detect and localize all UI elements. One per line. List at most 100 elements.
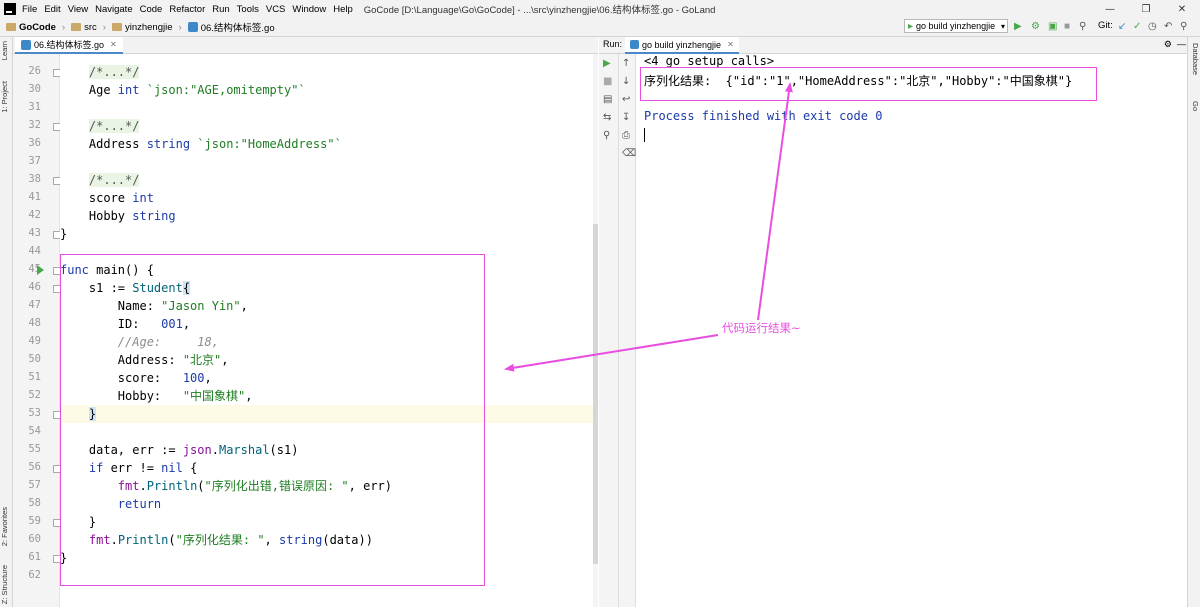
minimize-icon[interactable]: — — [1092, 0, 1128, 18]
menu-navigate[interactable]: Navigate — [95, 4, 133, 15]
code-editor[interactable]: /*...*/ Age int `json:"AGE,omitempty"` /… — [60, 54, 593, 607]
pin-icon[interactable]: ⚲ — [603, 130, 610, 141]
git-update-icon[interactable]: ↙ — [1118, 21, 1126, 32]
code-line[interactable]: Hobby string — [60, 207, 176, 225]
rollback-icon[interactable]: ↶ — [1164, 21, 1172, 32]
print-icon[interactable]: ⎙ — [622, 130, 630, 141]
gear-icon[interactable]: ⚙ — [1164, 39, 1172, 50]
tool-tab-structure[interactable]: Z: Structure — [0, 565, 12, 604]
menu-tools[interactable]: Tools — [237, 4, 259, 15]
breadcrumb-project[interactable]: GoCode — [6, 22, 56, 33]
code-token: string — [132, 209, 176, 223]
git-label: Git: — [1098, 20, 1113, 31]
go-build-icon: ▸ — [908, 20, 914, 32]
editor-scrollbar[interactable] — [593, 54, 598, 607]
code-token: `json:"AGE,omitempty"` — [146, 83, 306, 97]
close-tab-icon[interactable]: ✕ — [110, 40, 117, 49]
line-number: 53 — [28, 407, 41, 419]
line-number: 62 — [28, 569, 41, 581]
down-icon[interactable]: ↓ — [622, 76, 630, 87]
line-number: 48 — [28, 317, 41, 329]
scroll-to-end-icon[interactable]: ↧ — [622, 112, 630, 123]
restore-layout-icon[interactable]: ▤ — [603, 94, 612, 105]
code-line[interactable]: Address string `json:"HomeAddress"` — [60, 135, 342, 153]
run-gutter-icon[interactable] — [37, 265, 44, 275]
menu-window[interactable]: Window — [292, 4, 326, 15]
run-configuration-select[interactable]: ▸ go build yinzhengjie ▾ — [904, 19, 1008, 33]
console-setup-calls[interactable]: <4 go setup calls> — [644, 54, 774, 68]
code-token: int — [132, 191, 154, 205]
code-line[interactable]: /*...*/ — [60, 171, 140, 189]
menu-bar: File Edit View Navigate Code Refactor Ru… — [0, 0, 1200, 18]
code-token: Address — [60, 137, 147, 151]
editor-scroll-thumb[interactable] — [593, 224, 598, 564]
rerun-icon[interactable]: ▶ — [603, 58, 611, 69]
close-icon[interactable]: ✕ — [1164, 0, 1200, 18]
code-line[interactable]: Age int `json:"AGE,omitempty"` — [60, 81, 306, 99]
menu-view[interactable]: View — [68, 4, 88, 15]
folder-icon — [71, 23, 82, 31]
menu-refactor[interactable]: Refactor — [169, 4, 205, 15]
line-number: 55 — [28, 443, 41, 455]
code-token: Age — [60, 83, 118, 97]
trash-icon[interactable]: ⌫ — [622, 148, 636, 159]
run-toolbar: ▶ ■ ▤ ⇆ ⚲ — [599, 54, 619, 607]
hide-panel-icon[interactable]: — — [1177, 39, 1186, 49]
line-number: 44 — [28, 245, 41, 257]
menu-vcs[interactable]: VCS — [266, 4, 286, 15]
console-output[interactable]: <4 go setup calls> 序列化结果: {"id":"1","Hom… — [636, 54, 1186, 607]
tool-tab-learn[interactable]: Learn — [0, 41, 12, 60]
menu-edit[interactable]: Edit — [44, 4, 60, 15]
editor-file-tab[interactable]: 06.结构体标签.go ✕ — [15, 37, 123, 54]
coverage-icon[interactable]: ▣ — [1048, 21, 1057, 32]
git-history-icon[interactable]: ◷ — [1148, 21, 1157, 32]
exit-icon[interactable]: ⇆ — [603, 112, 611, 123]
settings-search-icon[interactable]: ⚲ — [1180, 21, 1187, 32]
up-icon[interactable]: ↑ — [622, 58, 630, 69]
line-number-gutter[interactable]: 26 30 31 32 36 37 38 41 42 43 44 45 46 47 48 49 50 51 52 53… — [13, 54, 61, 607]
close-run-tab-icon[interactable]: ✕ — [727, 40, 734, 49]
menu-help[interactable]: Help — [333, 4, 353, 15]
code-line[interactable]: /*...*/ — [60, 63, 140, 81]
search-icon[interactable]: ⚲ — [1079, 21, 1086, 32]
line-number: 51 — [28, 371, 41, 383]
stop-icon[interactable]: ■ — [603, 76, 612, 87]
line-number: 61 — [28, 551, 41, 563]
folder-icon — [6, 23, 16, 31]
tool-tab-favorites[interactable]: 2: Favorites — [0, 507, 12, 546]
tool-tab-go[interactable]: Go — [1188, 101, 1200, 111]
line-number: 43 — [28, 227, 41, 239]
window-controls: — ❐ ✕ — [1092, 0, 1200, 18]
stop-icon[interactable]: ■ — [1064, 21, 1070, 32]
git-commit-icon[interactable]: ✓ — [1133, 21, 1141, 32]
breadcrumb-src[interactable]: src — [71, 22, 97, 33]
output-annotation-box — [640, 67, 1097, 101]
code-line[interactable]: /*...*/ — [60, 117, 140, 135]
breadcrumb-package[interactable]: yinzhengjie — [111, 22, 173, 33]
line-number: 30 — [28, 83, 41, 95]
console-caret — [644, 128, 645, 142]
breadcrumb-separator: › — [178, 21, 182, 33]
code-line[interactable]: } — [60, 225, 67, 243]
line-number: 47 — [28, 299, 41, 311]
menu-run[interactable]: Run — [212, 4, 229, 15]
menu-file[interactable]: File — [22, 4, 37, 15]
debug-icon[interactable]: ⚙ — [1031, 21, 1040, 32]
soft-wrap-icon[interactable]: ↩ — [622, 94, 630, 105]
code-token: `json:"HomeAddress"` — [197, 137, 342, 151]
menu-code[interactable]: Code — [140, 4, 163, 15]
run-tab[interactable]: go build yinzhengjie ✕ — [625, 37, 739, 54]
restore-icon[interactable]: ❐ — [1128, 0, 1164, 18]
breadcrumb-file[interactable]: 06.结构体标签.go — [187, 20, 275, 34]
code-token: } — [60, 227, 68, 241]
line-number: 31 — [28, 101, 41, 113]
tool-tab-database[interactable]: Database — [1188, 43, 1200, 75]
code-line[interactable]: score int — [60, 189, 154, 207]
tool-tab-project[interactable]: 1: Project — [0, 81, 12, 113]
run-icon[interactable]: ▶ — [1014, 21, 1022, 32]
code-token: score — [60, 191, 133, 205]
line-number: 37 — [28, 155, 41, 167]
breadcrumb-label: src — [84, 21, 97, 33]
